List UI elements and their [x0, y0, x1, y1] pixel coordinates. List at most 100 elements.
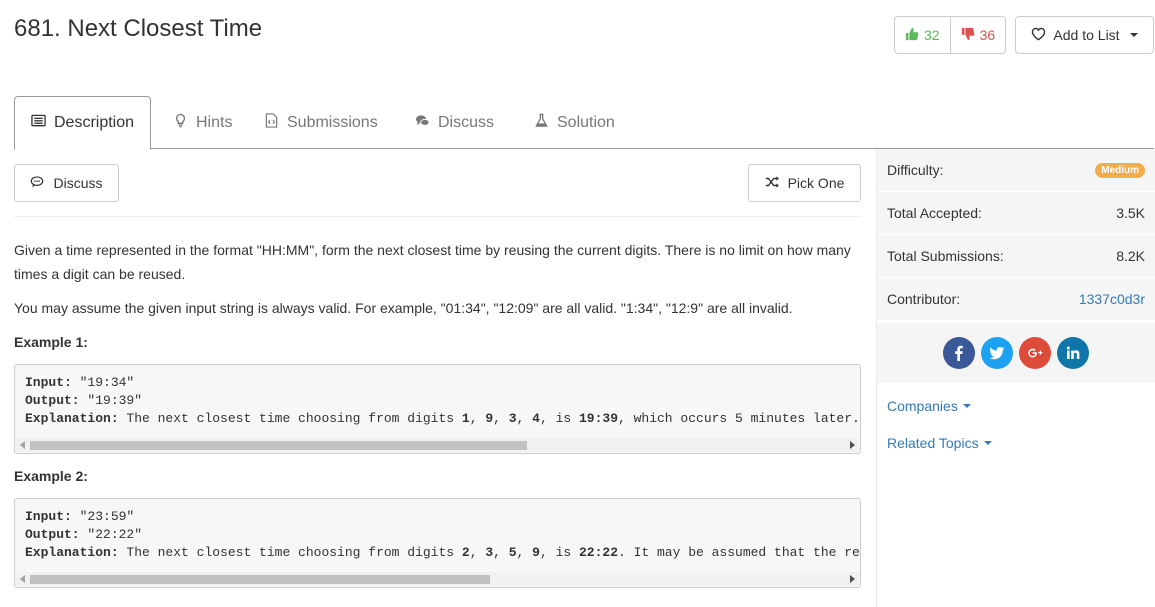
- comment-icon: [30, 175, 44, 192]
- page-title: 681. Next Closest Time: [14, 15, 263, 42]
- scroll-left-icon[interactable]: [20, 441, 25, 449]
- contributor-link[interactable]: 1337c0d3r: [1079, 291, 1145, 307]
- list-icon: [31, 113, 46, 133]
- code-digit: 9: [532, 545, 540, 560]
- twitter-icon[interactable]: [981, 337, 1013, 369]
- chevron-down-icon: [983, 441, 992, 445]
- tab-label: Solution: [557, 113, 615, 131]
- tab-description[interactable]: Description: [14, 96, 152, 150]
- thumbs-down-icon: [961, 27, 975, 44]
- code-text: , is: [539, 545, 579, 560]
- code-text: . It may be assumed that the returned ti…: [618, 545, 860, 560]
- pick-one-label: Pick One: [787, 175, 845, 191]
- problem-tabs: Description Hints Submissions Discuss So…: [14, 96, 1154, 150]
- code-text: , which occurs 5 minutes later. It is no…: [618, 411, 860, 426]
- heart-icon: [1031, 27, 1046, 44]
- difficulty-label: Difficulty:: [887, 162, 944, 178]
- tab-solution[interactable]: Solution: [534, 96, 615, 149]
- code-label: Output:: [25, 527, 80, 542]
- linkedin-icon[interactable]: [1057, 337, 1089, 369]
- scroll-left-icon[interactable]: [20, 575, 25, 583]
- code-label: Output:: [25, 393, 80, 408]
- example-title: Example 1:: [14, 334, 88, 350]
- code-digit: 3: [508, 411, 517, 426]
- contributor-row: Contributor: 1337c0d3r: [877, 278, 1155, 321]
- related-topics-toggle[interactable]: Related Topics: [887, 435, 992, 451]
- problem-page: 681. Next Closest Time 32 36 Add to List…: [0, 0, 1155, 607]
- code-text: ,: [469, 411, 486, 426]
- difficulty-row: Difficulty: Medium: [877, 149, 1155, 192]
- tab-label: Discuss: [438, 113, 495, 131]
- code-time: 19:39: [578, 411, 618, 426]
- downvote-count: 36: [979, 27, 996, 43]
- scroll-right-icon[interactable]: [850, 441, 855, 449]
- code-text: The next closest time choosing from digi…: [118, 545, 462, 560]
- code-file-icon: [264, 112, 279, 133]
- companies-label: Companies: [887, 398, 958, 414]
- code-value: "19:39": [79, 393, 143, 408]
- accepted-row: Total Accepted: 3.5K: [877, 192, 1155, 235]
- accepted-label: Total Accepted:: [887, 205, 982, 221]
- divider: [14, 216, 861, 217]
- code-digit: 4: [532, 411, 540, 426]
- scroll-right-icon[interactable]: [850, 575, 855, 583]
- code-text: ,: [469, 545, 486, 560]
- chevron-down-icon: [962, 404, 971, 408]
- code-digit: 5: [508, 545, 517, 560]
- code-label: Explanation:: [25, 411, 119, 426]
- discuss-button[interactable]: Discuss: [14, 164, 119, 202]
- code-block: Input: "19:34" Output: "19:39" Explanati…: [14, 364, 861, 454]
- code-digit: 2: [461, 545, 470, 560]
- companies-toggle[interactable]: Companies: [887, 398, 971, 414]
- code-text: ,: [493, 545, 509, 560]
- problem-sidebar: Difficulty: Medium Total Accepted: 3.5K …: [876, 149, 1155, 607]
- google-plus-icon[interactable]: [1019, 337, 1051, 369]
- thumbs-up-icon: [905, 27, 919, 44]
- horizontal-scrollbar[interactable]: [16, 438, 859, 452]
- horizontal-scrollbar[interactable]: [16, 572, 859, 586]
- pick-one-button[interactable]: Pick One: [748, 164, 861, 202]
- tab-label: Submissions: [287, 113, 378, 131]
- chevron-down-icon: [1129, 33, 1138, 37]
- code-text: ,: [493, 411, 509, 426]
- code-label: Input:: [25, 375, 72, 390]
- difficulty-badge: Medium: [1095, 162, 1145, 178]
- code-value: "19:34": [71, 375, 135, 390]
- code-label: Explanation:: [25, 545, 119, 560]
- code-block: Input: "23:59" Output: "22:22" Explanati…: [14, 498, 861, 588]
- code-text: , is: [539, 411, 579, 426]
- code-digit: 3: [485, 545, 494, 560]
- discuss-button-label: Discuss: [53, 175, 103, 191]
- tab-hints[interactable]: Hints: [173, 96, 232, 149]
- code-digit: 1: [461, 411, 470, 426]
- submissions-value: 8.2K: [1116, 248, 1145, 264]
- add-to-list-label: Add to List: [1053, 27, 1120, 43]
- tab-label: Hints: [196, 113, 233, 131]
- scrollbar-thumb[interactable]: [30, 441, 527, 450]
- upvote-button[interactable]: 32: [895, 17, 951, 53]
- scrollbar-thumb[interactable]: [30, 575, 490, 584]
- submissions-label: Total Submissions:: [887, 248, 1004, 264]
- accepted-value: 3.5K: [1116, 205, 1145, 221]
- code-digit: 9: [485, 411, 494, 426]
- downvote-button[interactable]: 36: [951, 17, 1006, 53]
- code-value: "22:22": [79, 527, 143, 542]
- upvote-count: 32: [924, 27, 940, 43]
- tab-discuss[interactable]: Discuss: [415, 96, 494, 149]
- example-title: Example 2:: [14, 468, 88, 484]
- flask-icon: [534, 113, 549, 133]
- vote-group: 32 36: [894, 16, 1007, 54]
- facebook-icon[interactable]: [943, 337, 975, 369]
- lightbulb-icon: [173, 113, 188, 133]
- contributor-label: Contributor:: [887, 291, 961, 307]
- social-share: [877, 323, 1155, 383]
- related-topics-label: Related Topics: [887, 435, 979, 451]
- code-label: Input:: [25, 509, 72, 524]
- code-time: 22:22: [578, 545, 618, 560]
- description-paragraph: Given a time represented in the format "…: [14, 242, 851, 282]
- add-to-list-button[interactable]: Add to List: [1015, 16, 1154, 54]
- code-text: The next closest time choosing from digi…: [118, 411, 462, 426]
- tab-submissions[interactable]: Submissions: [264, 96, 378, 149]
- code-text: ,: [516, 545, 533, 560]
- code-value: "23:59": [71, 509, 135, 524]
